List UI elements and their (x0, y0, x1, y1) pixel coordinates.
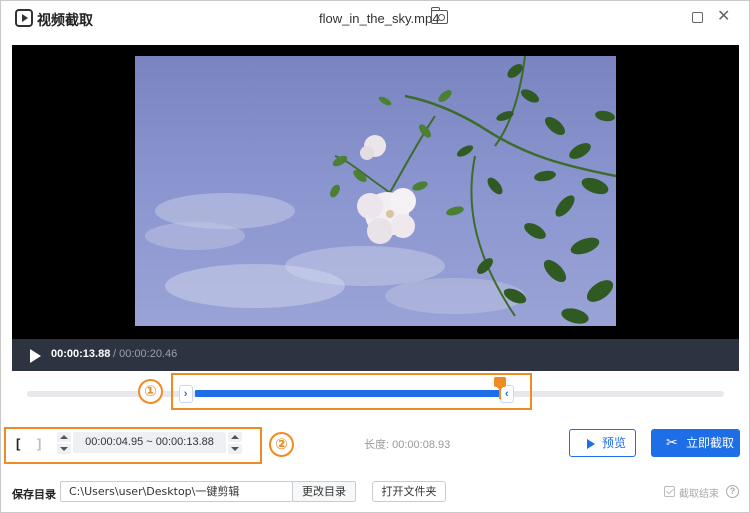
set-start-bracket-button[interactable]: [ (16, 436, 20, 451)
start-increase-icon[interactable] (57, 432, 71, 442)
player-control-bar: 00:00:13.88 / 00:00:20.46 (12, 339, 739, 371)
annotation-marker-1: ① (138, 379, 163, 404)
play-icon (587, 439, 595, 449)
preview-button[interactable]: 预览 (569, 429, 636, 457)
playhead-marker-icon[interactable] (493, 377, 506, 391)
app-title: 视频截取 (37, 13, 93, 29)
annotation-marker-2: ② (269, 432, 294, 457)
scissors-icon: ✂ (666, 435, 678, 451)
title-bar: 视频截取 flow_in_the_sky.mp4 ✕ (1, 1, 749, 37)
cut-now-button[interactable]: ✂ 立即截取 (651, 429, 740, 457)
maximize-icon[interactable] (692, 12, 703, 23)
app-window: 视频截取 flow_in_the_sky.mp4 ✕ 00:00:13.88 /… (0, 0, 750, 513)
playhead-line (498, 387, 501, 399)
close-icon[interactable]: ✕ (717, 7, 730, 27)
current-time: 00:00:13.88 (51, 348, 111, 360)
play-icon[interactable] (30, 349, 41, 363)
cut-now-label: 立即截取 (686, 436, 735, 450)
clip-range-field[interactable]: 00:00:04.95 ~ 00:00:13.88 (73, 432, 226, 453)
save-path-field[interactable]: C:\Users\user\Desktop\一键剪辑 (60, 481, 293, 502)
finish-checkbox[interactable] (664, 486, 675, 497)
finish-checkbox-label: 截取结束 (679, 489, 719, 500)
total-time: / 00:00:20.46 (113, 348, 178, 360)
selected-range-bar[interactable] (194, 390, 500, 397)
end-time-stepper[interactable] (228, 432, 242, 454)
video-player[interactable]: 00:00:13.88 / 00:00:20.46 (12, 45, 739, 371)
range-start-handle[interactable]: › (178, 385, 193, 403)
video-frame (135, 56, 616, 326)
start-decrease-icon[interactable] (57, 444, 71, 454)
open-folder-icon[interactable] (430, 7, 448, 24)
change-directory-button[interactable]: 更改目录 (292, 481, 356, 502)
start-time-stepper[interactable] (57, 432, 71, 454)
video-logo-icon (15, 9, 33, 27)
end-increase-icon[interactable] (228, 432, 242, 442)
end-decrease-icon[interactable] (228, 444, 242, 454)
save-directory-label: 保存目录 (12, 488, 56, 501)
set-end-bracket-button[interactable]: ] (37, 436, 41, 451)
info-icon[interactable]: ? (726, 485, 739, 498)
preview-label: 预览 (602, 436, 627, 450)
video-frame-image (145, 56, 616, 324)
file-name: flow_in_the_sky.mp4 (319, 11, 440, 26)
open-folder-button[interactable]: 打开文件夹 (372, 481, 446, 502)
clip-length: 长度: 00:00:08.93 (364, 439, 451, 451)
